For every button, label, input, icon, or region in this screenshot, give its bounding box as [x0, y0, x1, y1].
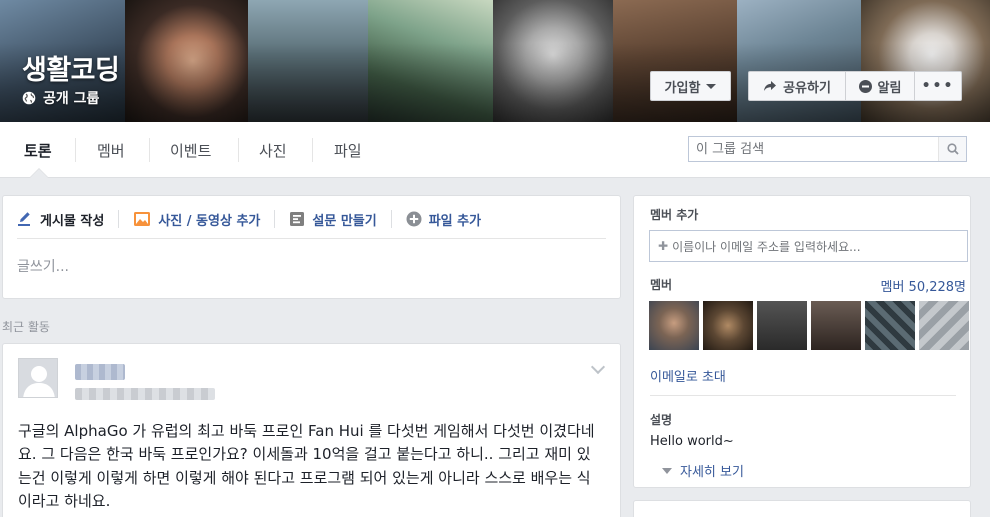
see-more-link[interactable]: 자세히 보기 [662, 461, 744, 480]
member-thumbnail[interactable] [703, 301, 753, 350]
caret-down-icon [662, 467, 672, 474]
tab-files-label: 파일 [334, 141, 362, 160]
photo-icon [134, 212, 151, 226]
post-composer: 게시물 작성 사진 / 동영상 추가 설문 만들기 파일 추가 글쓰기... [2, 195, 621, 299]
composer-tab-write-post-label: 게시물 작성 [40, 213, 105, 229]
tab-divider [149, 138, 150, 162]
tab-discussion-label: 토론 [24, 141, 52, 160]
member-thumbnail[interactable] [649, 301, 699, 350]
privacy-label: 공개 그룹 [43, 91, 100, 107]
default-avatar-icon [19, 359, 57, 397]
pencil-icon [18, 212, 30, 226]
share-button[interactable]: 공유하기 [748, 71, 846, 101]
post-options-chevron-icon[interactable] [590, 359, 606, 375]
group-search-input[interactable] [689, 137, 939, 161]
members-title: 멤버 [650, 278, 673, 292]
more-dots-icon: ••• [921, 78, 955, 94]
joined-label: 가입함 [664, 80, 701, 96]
add-members-placeholder: 이름이나 이메일 주소를 입력하세요... [672, 239, 861, 254]
composer-tab-add-photo-video[interactable]: 사진 / 동영상 추가 [133, 208, 260, 230]
more-options-button[interactable]: ••• [915, 71, 962, 101]
composer-text-input[interactable]: 글쓰기... [17, 256, 69, 276]
feed-post: 구글의 AlphaGo 가 유럽의 최고 바둑 프로인 Fan Hui 를 다섯… [2, 343, 621, 517]
composer-tab-add-photo-video-label: 사진 / 동영상 추가 [158, 213, 261, 229]
composer-divider [17, 238, 606, 239]
minus-circle-icon [858, 79, 872, 93]
tab-divider [75, 138, 76, 162]
add-members-input[interactable]: ✚ 이름이나 이메일 주소를 입력하세요... [649, 230, 968, 262]
composer-tab-write-post[interactable]: 게시물 작성 [17, 208, 104, 230]
active-tab-indicator-fill [30, 169, 48, 178]
see-more-label: 자세히 보기 [680, 465, 744, 480]
member-thumbnails [649, 301, 969, 350]
post-body: 구글의 AlphaGo 가 유럽의 최고 바둑 프로인 Fan Hui 를 다섯… [18, 422, 595, 510]
composer-tab-divider [390, 210, 392, 228]
group-description: Hello world~ [650, 434, 734, 449]
sidebar-divider [650, 395, 956, 396]
search-icon [946, 143, 959, 155]
globe-icon [22, 91, 36, 105]
plus-icon: ✚ [658, 239, 669, 253]
add-members-title: 멤버 추가 [650, 208, 699, 222]
poll-icon [290, 212, 305, 226]
sidebar-next-card [633, 500, 971, 517]
composer-tab-divider [274, 210, 276, 228]
member-thumbnail[interactable] [811, 301, 861, 350]
tab-events-label: 이벤트 [170, 141, 212, 160]
tab-divider [238, 138, 239, 162]
group-sidebar: 멤버 추가 ✚ 이름이나 이메일 주소를 입력하세요... 멤버 멤버 50,2… [633, 195, 971, 488]
tab-members[interactable]: 멤버 [97, 122, 125, 178]
recent-activity-label: 최근 활동 [2, 320, 50, 334]
group-search [688, 136, 967, 162]
search-button[interactable] [938, 137, 966, 161]
composer-tab-add-file-label: 파일 추가 [428, 213, 482, 229]
tab-photos-label: 사진 [259, 141, 287, 160]
share-label: 공유하기 [783, 80, 831, 96]
description-title: 설명 [650, 413, 673, 427]
add-file-icon [406, 211, 422, 227]
invite-by-email-link[interactable]: 이메일로 초대 [650, 366, 726, 385]
notifications-label: 알림 [877, 80, 902, 96]
tab-divider [312, 138, 313, 162]
author-name-blurred[interactable] [75, 364, 125, 380]
author-avatar[interactable] [18, 358, 58, 398]
group-privacy: 공개 그룹 [22, 88, 99, 108]
member-thumbnail[interactable] [919, 301, 969, 350]
tab-photos[interactable]: 사진 [259, 122, 287, 178]
composer-tab-divider [118, 210, 120, 228]
composer-tabs: 게시물 작성 사진 / 동영상 추가 설문 만들기 파일 추가 [17, 208, 481, 230]
composer-tab-add-file[interactable]: 파일 추가 [406, 208, 481, 230]
composer-tab-create-poll[interactable]: 설문 만들기 [289, 208, 377, 230]
notifications-button[interactable]: 알림 [846, 71, 915, 101]
post-meta-blurred [75, 388, 215, 400]
tab-members-label: 멤버 [97, 141, 125, 160]
tab-files[interactable]: 파일 [334, 122, 362, 178]
member-thumbnail[interactable] [757, 301, 807, 350]
composer-tab-create-poll-label: 설문 만들기 [312, 213, 377, 229]
share-arrow-icon [764, 81, 777, 91]
cover-photo [0, 0, 990, 122]
caret-down-icon [706, 83, 717, 89]
group-name[interactable]: 생활코딩 [22, 48, 120, 87]
member-thumbnail[interactable] [865, 301, 915, 350]
member-count-link[interactable]: 멤버 50,228명 [881, 276, 967, 295]
joined-button[interactable]: 가입함 [650, 71, 731, 101]
tab-events[interactable]: 이벤트 [170, 122, 211, 178]
